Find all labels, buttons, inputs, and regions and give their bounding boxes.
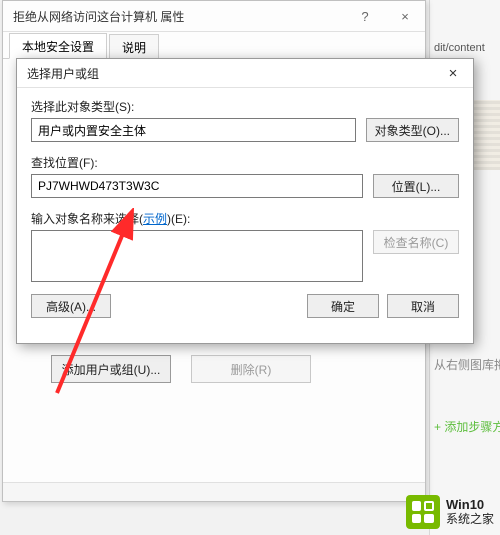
watermark-line1: Win10	[446, 498, 494, 512]
example-link[interactable]: 示例	[143, 212, 167, 226]
object-type-label: 选择此对象类型(S):	[31, 98, 459, 115]
location-field[interactable]	[31, 174, 363, 198]
properties-tabs: 本地安全设置 说明	[3, 32, 425, 59]
background-url-fragment: dit/content	[430, 42, 500, 58]
properties-titlebar[interactable]: 拒绝从网络访问这台计算机 属性 ? ×	[3, 1, 425, 32]
watermark-line2: 系统之家	[446, 513, 494, 526]
remove-button: 删除(R)	[191, 355, 311, 383]
watermark-logo-icon	[406, 495, 440, 529]
watermark: Win10 系统之家	[406, 495, 494, 529]
location-button[interactable]: 位置(L)...	[373, 174, 459, 198]
object-names-input[interactable]	[31, 230, 363, 282]
advanced-button[interactable]: 高级(A)...	[31, 294, 111, 318]
ok-button[interactable]: 确定	[307, 294, 379, 318]
help-button[interactable]: ?	[345, 1, 385, 31]
dialog-close-button[interactable]: ×	[433, 59, 473, 87]
location-label: 查找位置(F):	[31, 154, 459, 171]
properties-bottom-bar	[3, 482, 425, 501]
dialog-title: 选择用户或组	[27, 65, 99, 82]
background-green-2: + 添加步骤方法	[434, 418, 500, 435]
tab-local-security[interactable]: 本地安全设置	[9, 33, 107, 59]
dialog-titlebar[interactable]: 选择用户或组 ×	[17, 59, 473, 88]
properties-title: 拒绝从网络访问这台计算机 属性	[13, 8, 184, 25]
object-type-button[interactable]: 对象类型(O)...	[366, 118, 459, 142]
object-type-field[interactable]	[31, 118, 356, 142]
add-user-group-button[interactable]: 添加用户或组(U)...	[51, 355, 171, 383]
check-names-button: 检查名称(C)	[373, 230, 459, 254]
select-user-group-dialog: 选择用户或组 × 选择此对象类型(S): 对象类型(O)... 查找位置(F):…	[16, 58, 474, 344]
close-button[interactable]: ×	[385, 1, 425, 31]
tab-description[interactable]: 说明	[109, 34, 159, 59]
background-gray-1: 从右侧图库拖动图	[434, 356, 500, 373]
cancel-button[interactable]: 取消	[387, 294, 459, 318]
names-label: 输入对象名称来选择(示例)(E):	[31, 210, 459, 227]
